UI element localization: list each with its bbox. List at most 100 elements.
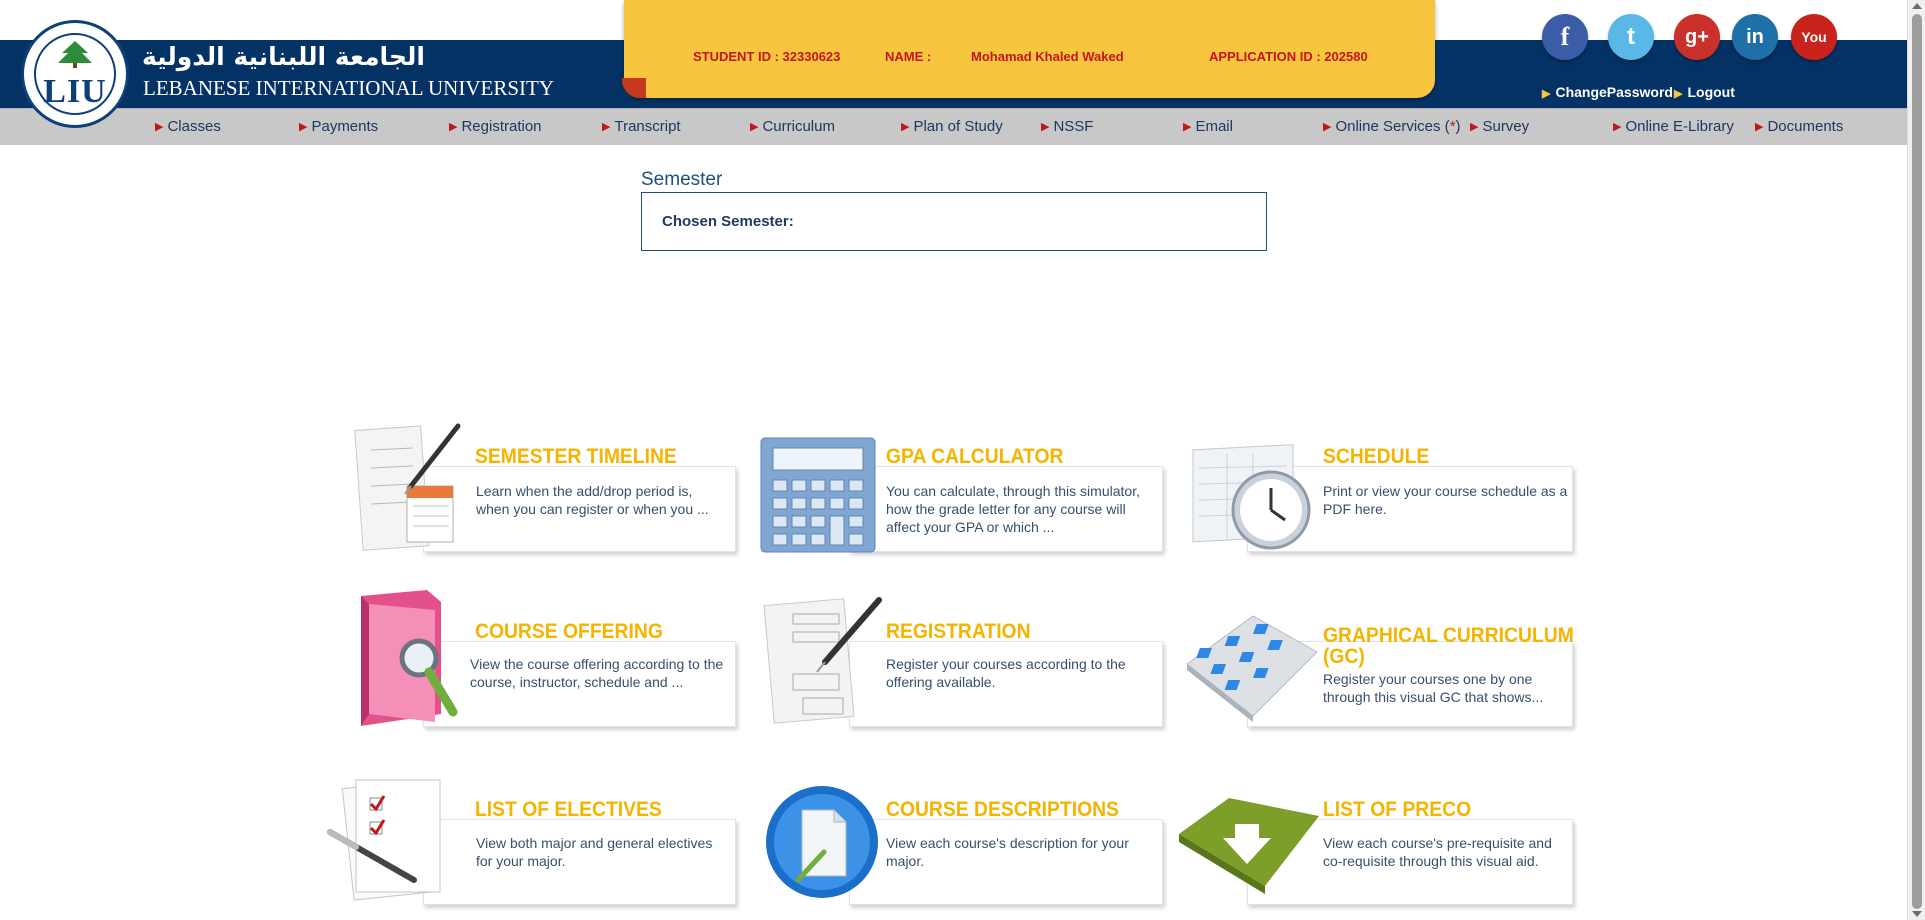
nav-plan-of-study-label: Plan of Study: [913, 118, 1003, 135]
googleplus-glyph: g+: [1685, 26, 1709, 48]
tile-title: LIST OF ELECTIVES: [475, 798, 662, 821]
student-id: STUDENT ID : 32330623: [693, 49, 841, 64]
twitter-glyph: t: [1627, 23, 1635, 50]
youtube-icon[interactable]: You: [1791, 14, 1837, 60]
tile-list-of-preco[interactable]: LIST OF PRECO View each course's pre-req…: [1173, 776, 1573, 916]
nav-online-elibrary-label: Online E-Library: [1625, 118, 1734, 135]
arrow-right-icon: ▶: [299, 121, 308, 133]
tile-course-descriptions[interactable]: COURSE DESCRIPTIONS View each course's d…: [764, 776, 1163, 916]
arrow-right-icon: ▶: [1183, 121, 1192, 133]
tile-description: View each course's pre-requisite and co-…: [1323, 835, 1552, 869]
nav-transcript-label: Transcript: [614, 118, 681, 135]
student-info-panel: STUDENT ID : 32330623 NAME : Mohamad Kha…: [622, 0, 1435, 98]
nav-curriculum[interactable]: ▶ Curriculum: [750, 118, 835, 135]
nav-online-elibrary[interactable]: ▶ Online E-Library: [1613, 118, 1734, 135]
nav-nssf[interactable]: ▶ NSSF: [1041, 118, 1093, 135]
document-globe-icon: [766, 786, 878, 898]
nav-online-services[interactable]: ▶ Online Services (*): [1323, 118, 1461, 135]
nav-registration[interactable]: ▶ Registration: [449, 118, 542, 135]
arrow-right-icon: ▶: [449, 121, 458, 133]
change-password-link[interactable]: ▶ ChangePassword: [1542, 84, 1673, 100]
nav-email[interactable]: ▶ Email: [1183, 118, 1233, 135]
facebook-glyph: f: [1560, 22, 1570, 51]
tile-schedule[interactable]: SCHEDULE Print or view your course sched…: [1183, 420, 1573, 566]
tile-title: SEMESTER TIMELINE: [475, 445, 677, 468]
green-folder-arrow-icon: [1179, 798, 1319, 894]
arrow-right-icon: ▶: [1755, 121, 1764, 133]
scroll-thumb[interactable]: [1912, 14, 1922, 909]
arrow-right-icon: ▶: [750, 121, 759, 133]
grid-board-icon: [1186, 615, 1318, 722]
tile-gpa-calculator[interactable]: GPA CALCULATOR You can calculate, throug…: [759, 420, 1163, 566]
arrow-right-icon: ▶: [1542, 88, 1551, 100]
student-name: Mohamad Khaled Waked: [971, 49, 1124, 64]
arrow-right-icon: ▶: [1323, 121, 1332, 133]
googleplus-icon[interactable]: g+: [1674, 14, 1720, 60]
nav-transcript[interactable]: ▶ Transcript: [602, 118, 681, 135]
chosen-semester-label: Chosen Semester:: [662, 213, 794, 230]
page-scrollbar[interactable]: [1907, 0, 1925, 920]
tile-title: COURSE OFFERING: [475, 620, 663, 643]
tile-description: Register your courses according to the o…: [886, 656, 1126, 690]
logo-text: LIU: [43, 73, 107, 110]
arrow-right-icon: ▶: [602, 121, 611, 133]
schedule-clock-icon: [1192, 444, 1311, 550]
tile-title-line2: (GC): [1323, 645, 1365, 668]
nav-documents-label: Documents: [1767, 118, 1844, 135]
university-name-english: LEBANESE INTERNATIONAL UNIVERSITY: [143, 76, 555, 100]
arrow-right-icon: ▶: [1674, 88, 1683, 100]
folder-magnifier-icon: [361, 590, 458, 726]
tile-description: Register your courses one by one through…: [1323, 671, 1544, 705]
tile-description: Print or view your course schedule as a …: [1323, 483, 1568, 517]
document-pen-calendar-icon: [354, 423, 461, 551]
nav-payments[interactable]: ▶ Payments: [299, 118, 378, 135]
linkedin-icon[interactable]: in: [1732, 14, 1778, 60]
liu-logo[interactable]: LIU: [21, 20, 129, 128]
nav-nssf-label: NSSF: [1053, 118, 1094, 135]
nav-online-services-close: ): [1455, 118, 1461, 135]
tile-graphical-curriculum[interactable]: GRAPHICAL CURRICULUM (GC) Register your …: [1183, 586, 1574, 732]
cedar-icon: [58, 41, 92, 68]
nav-survey[interactable]: ▶ Survey: [1470, 118, 1529, 135]
nav-survey-label: Survey: [1482, 118, 1530, 135]
tile-semester-timeline[interactable]: SEMESTER TIMELINE Learn when the add/dro…: [353, 420, 736, 566]
scroll-up-icon[interactable]: [1912, 3, 1922, 9]
logout-link[interactable]: ▶ Logout: [1674, 84, 1735, 100]
tile-description: View both major and general electives fo…: [476, 835, 713, 869]
tile-title: SCHEDULE: [1323, 445, 1430, 468]
student-name-label: NAME :: [885, 49, 932, 64]
checklist-pen-icon: [327, 779, 441, 901]
nav-documents[interactable]: ▶ Documents: [1755, 118, 1843, 135]
arrow-right-icon: ▶: [155, 121, 164, 133]
nav-curriculum-label: Curriculum: [762, 118, 835, 135]
application-id: APPLICATION ID : 202580: [1209, 49, 1368, 64]
tile-description: Learn when the add/drop period is, when …: [476, 483, 709, 517]
semester-title: Semester: [641, 169, 723, 190]
tile-description: View each course's description for your …: [886, 835, 1129, 869]
arrow-right-icon: ▶: [1470, 121, 1479, 133]
tile-list-of-electives[interactable]: LIST OF ELECTIVES View both major and ge…: [326, 776, 736, 916]
nav-online-services-label: Online Services (: [1335, 118, 1450, 135]
nav-plan-of-study[interactable]: ▶ Plan of Study: [901, 118, 1003, 135]
logout-label: Logout: [1687, 84, 1735, 100]
tile-title: LIST OF PRECO: [1323, 798, 1472, 821]
tile-course-offering[interactable]: COURSE OFFERING View the course offering…: [353, 586, 736, 732]
scroll-down-icon[interactable]: [1912, 911, 1922, 917]
facebook-icon[interactable]: f: [1542, 14, 1588, 60]
university-name-arabic: الجامعة اللبنانية الدولية: [142, 42, 425, 71]
arrow-right-icon: ▶: [1041, 121, 1050, 133]
twitter-icon[interactable]: t: [1608, 14, 1654, 60]
nav-email-label: Email: [1195, 118, 1233, 135]
tile-description: You can calculate, through this simulato…: [886, 483, 1140, 535]
calculator-icon: [760, 437, 876, 553]
arrow-right-icon: ▶: [901, 121, 910, 133]
nav-classes[interactable]: ▶ Classes: [155, 118, 221, 135]
tile-registration[interactable]: REGISTRATION Register your courses accor…: [759, 586, 1163, 732]
arrow-right-icon: ▶: [1613, 121, 1622, 133]
linkedin-glyph: in: [1746, 26, 1764, 48]
youtube-glyph: You: [1801, 29, 1827, 45]
tile-title: GPA CALCULATOR: [886, 445, 1064, 468]
nav-registration-label: Registration: [461, 118, 542, 135]
change-password-label: ChangePassword: [1555, 84, 1673, 100]
nav-payments-label: Payments: [311, 118, 379, 135]
